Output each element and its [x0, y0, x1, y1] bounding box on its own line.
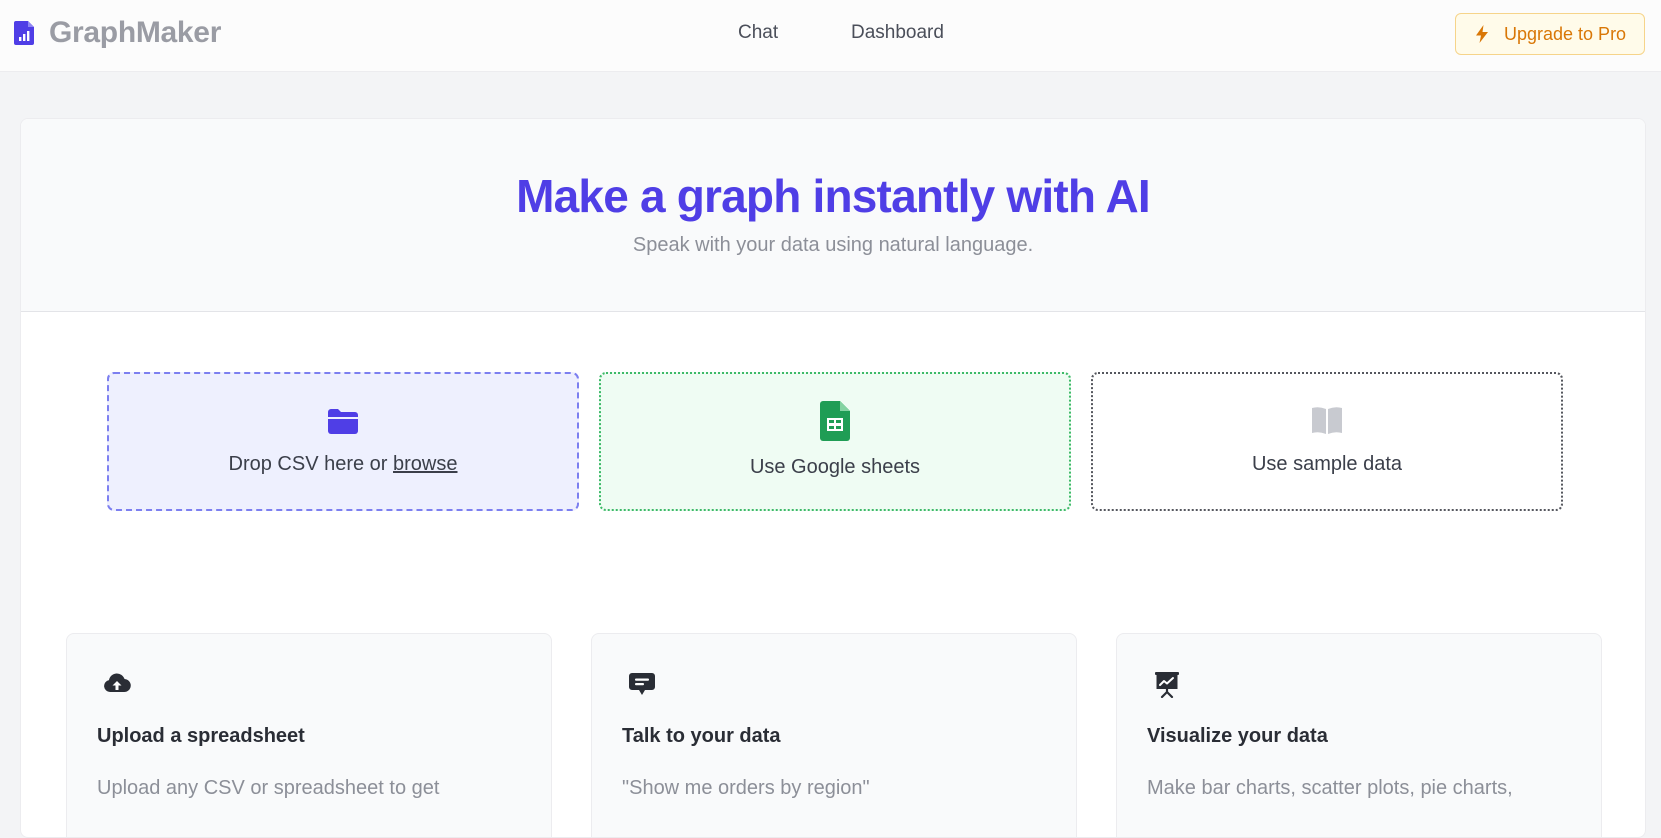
cloud-upload-icon	[104, 673, 131, 693]
brand-name: GraphMaker	[49, 16, 222, 49]
lightning-bolt-icon	[1476, 25, 1488, 43]
google-sheets-label: Use Google sheets	[749, 456, 921, 478]
feature-description: "Show me orders by region"	[622, 777, 870, 799]
feature-title: Upload a spreadsheet	[97, 725, 305, 747]
feature-card-visualize: Visualize your data Make bar charts, sca…	[1116, 633, 1602, 837]
sample-data-option[interactable]: Use sample data	[1091, 372, 1563, 511]
google-sheets-option[interactable]: Use Google sheets	[599, 372, 1071, 511]
feature-description: Upload any CSV or spreadsheet to get	[97, 777, 440, 799]
chat-bubble-icon	[629, 673, 655, 695]
browse-link[interactable]: browse	[393, 453, 457, 475]
nav-chat[interactable]: Chat	[738, 22, 778, 44]
folder-icon	[328, 409, 358, 434]
page-title: Make a graph instantly with AI	[516, 170, 1151, 222]
sample-data-label: Use sample data	[1251, 453, 1403, 475]
feature-description: Make bar charts, scatter plots, pie char…	[1147, 777, 1513, 799]
book-icon	[1312, 407, 1342, 434]
page-subtitle: Speak with your data using natural langu…	[632, 234, 1034, 256]
csv-dropzone-label: Drop CSV here or browse	[109, 453, 577, 476]
feature-title: Visualize your data	[1147, 725, 1328, 747]
top-navbar: GraphMaker Chat Dashboard Upgrade to Pro	[0, 0, 1661, 72]
main-card: Make a graph instantly with AI Speak wit…	[20, 118, 1646, 838]
feature-card-talk: Talk to your data "Show me orders by reg…	[591, 633, 1077, 837]
csv-dropzone-prefix: Drop CSV here or	[228, 453, 394, 475]
upgrade-label: Upgrade to Pro	[1504, 23, 1627, 44]
google-sheets-icon	[820, 401, 850, 441]
chart-file-icon	[14, 21, 34, 45]
nav-dashboard[interactable]: Dashboard	[851, 22, 944, 44]
upgrade-to-pro-button[interactable]: Upgrade to Pro	[1455, 13, 1645, 55]
csv-dropzone[interactable]: Drop CSV here or browse	[107, 372, 579, 511]
hero-section: Make a graph instantly with AI Speak wit…	[21, 119, 1645, 312]
brand-logo[interactable]: GraphMaker	[13, 16, 221, 50]
presentation-chart-icon	[1155, 672, 1179, 698]
feature-card-upload: Upload a spreadsheet Upload any CSV or s…	[66, 633, 552, 837]
feature-title: Talk to your data	[622, 725, 781, 747]
